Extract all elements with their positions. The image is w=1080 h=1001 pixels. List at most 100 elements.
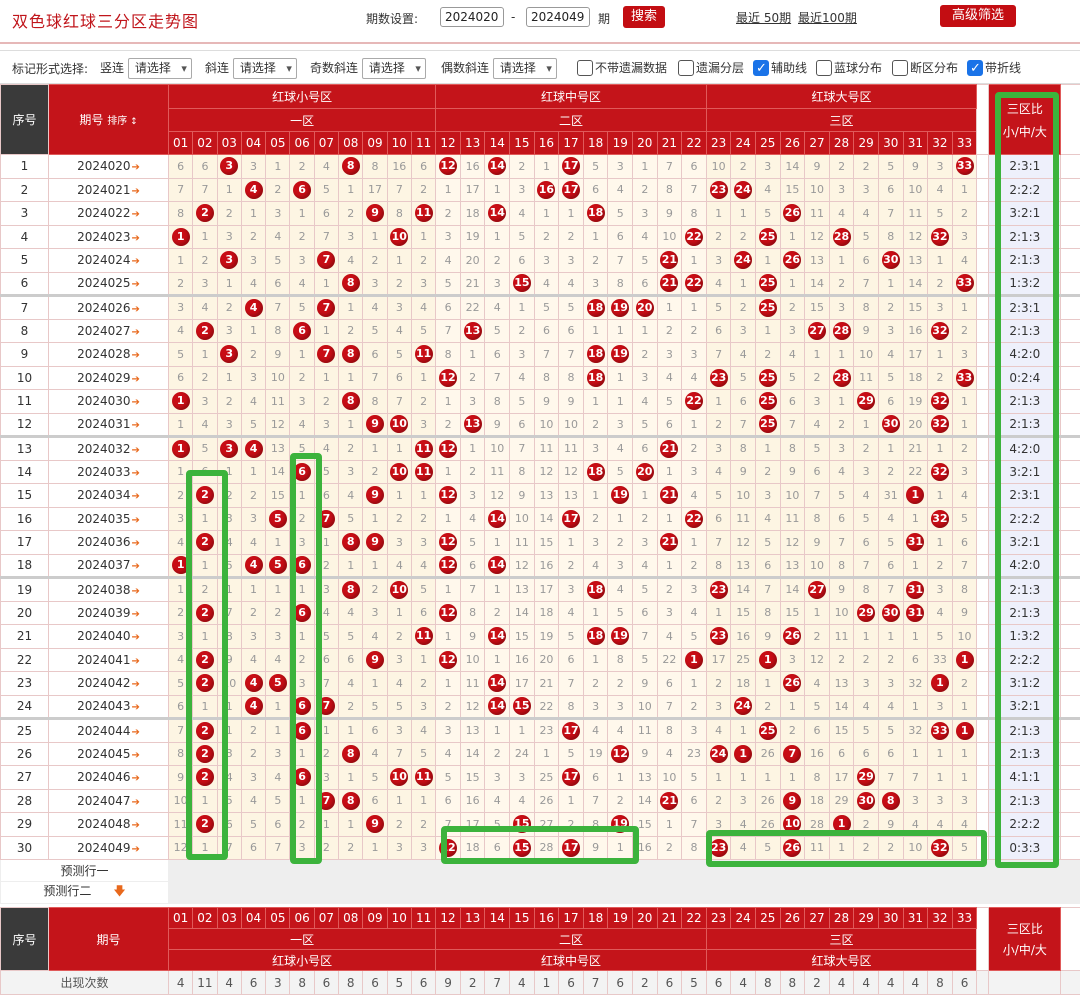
prediction-cell[interactable]: [533, 859, 560, 882]
prediction-cell[interactable]: [240, 859, 267, 882]
prediction-cell[interactable]: [927, 881, 953, 904]
row-period[interactable]: 2024043➔: [48, 694, 169, 719]
prediction-cell[interactable]: [435, 881, 461, 904]
prediction-cell[interactable]: [338, 881, 364, 904]
prediction-cell[interactable]: [265, 881, 291, 904]
prediction-cell[interactable]: [484, 881, 511, 904]
prediction-cell[interactable]: [582, 881, 609, 904]
row-period[interactable]: 2024031➔: [48, 412, 169, 437]
prediction-cell[interactable]: [754, 881, 781, 904]
prediction-cell[interactable]: [877, 859, 904, 882]
row-period[interactable]: 2024034➔: [48, 483, 169, 508]
prediction-cell[interactable]: [558, 859, 584, 882]
prediction-cell[interactable]: [509, 859, 535, 882]
prediction-cell[interactable]: [902, 881, 929, 904]
checkbox-icon[interactable]: [678, 59, 694, 76]
row-period[interactable]: 2024022➔: [48, 201, 169, 226]
prediction-cell[interactable]: [607, 859, 634, 882]
prediction-cell[interactable]: [216, 881, 242, 904]
period-to-input[interactable]: 2024049: [526, 7, 590, 27]
row-period[interactable]: 2024033➔: [48, 459, 169, 484]
prediction-cell[interactable]: [877, 881, 904, 904]
prediction-cell[interactable]: [167, 881, 194, 904]
row-period[interactable]: 2024046➔: [48, 765, 169, 790]
prediction-cell[interactable]: [681, 881, 707, 904]
row-period[interactable]: 2024037➔: [48, 553, 169, 578]
prediction-cell[interactable]: [705, 859, 732, 882]
prediction-cell[interactable]: [240, 881, 267, 904]
prediction-cell[interactable]: [289, 859, 315, 882]
prediction-cell[interactable]: [730, 881, 756, 904]
row-period[interactable]: 2024048➔: [48, 812, 169, 837]
row-period[interactable]: 2024039➔: [48, 600, 169, 625]
row-period[interactable]: 2024045➔: [48, 741, 169, 766]
prediction-cell[interactable]: [192, 859, 218, 882]
row-period[interactable]: 2024047➔: [48, 788, 169, 813]
row-period[interactable]: 2024035➔: [48, 506, 169, 531]
prediction-cell[interactable]: [951, 881, 978, 904]
checkbox-blue-ball[interactable]: 蓝球分布: [816, 57, 882, 79]
row-period[interactable]: 2024029➔: [48, 365, 169, 390]
even-diagonal-select[interactable]: 请选择: [492, 58, 557, 79]
row-period[interactable]: 2024041➔: [48, 647, 169, 672]
prediction-cell[interactable]: [804, 881, 830, 904]
checkbox-icon[interactable]: [892, 59, 908, 76]
prediction-cell[interactable]: [362, 859, 388, 882]
prediction-cell[interactable]: [828, 881, 855, 904]
prediction-cell[interactable]: [459, 881, 486, 904]
prediction-cell[interactable]: [265, 859, 291, 882]
recent-50-link[interactable]: 最近 50期: [736, 9, 791, 26]
row-period[interactable]: 2024049➔: [48, 835, 169, 860]
prediction-cell[interactable]: [902, 859, 929, 882]
row-period[interactable]: 2024028➔: [48, 342, 169, 367]
prediction-cell[interactable]: [779, 859, 806, 882]
row-period[interactable]: 2024020➔: [48, 154, 169, 179]
prediction-cell[interactable]: [951, 859, 978, 882]
checkbox-guide-line[interactable]: 辅助线: [753, 57, 807, 80]
prediction-cell[interactable]: [828, 859, 855, 882]
prediction-cell[interactable]: [362, 881, 388, 904]
checkbox-icon[interactable]: [816, 59, 832, 76]
prediction-cell[interactable]: [681, 859, 707, 882]
row-period[interactable]: 2024021➔: [48, 177, 169, 202]
prediction-cell[interactable]: [853, 881, 879, 904]
prediction-cell[interactable]: [435, 859, 461, 882]
prediction-cell[interactable]: [338, 859, 364, 882]
odd-diagonal-select[interactable]: 请选择: [361, 58, 426, 79]
prediction-cell[interactable]: [313, 859, 340, 882]
prediction-cell[interactable]: [632, 859, 658, 882]
checkbox-polyline[interactable]: 带折线: [967, 57, 1021, 80]
prediction-cell[interactable]: [192, 881, 218, 904]
prediction-cell[interactable]: [730, 859, 756, 882]
search-button[interactable]: 搜索: [623, 6, 665, 28]
prediction-cell[interactable]: [484, 859, 511, 882]
checkbox-icon[interactable]: [753, 58, 769, 80]
period-header[interactable]: 期号 排序 ↕: [48, 84, 169, 155]
prediction-cell[interactable]: [216, 859, 242, 882]
row-period[interactable]: 2024038➔: [48, 576, 169, 602]
prediction-cell[interactable]: [927, 859, 953, 882]
prediction-cell[interactable]: [289, 881, 315, 904]
row-period[interactable]: 2024044➔: [48, 717, 169, 743]
prediction-cell[interactable]: [167, 859, 194, 882]
row-period[interactable]: 2024030➔: [48, 389, 169, 414]
prediction-cell[interactable]: [582, 859, 609, 882]
row-period[interactable]: 2024027➔: [48, 318, 169, 343]
row-period[interactable]: 2024032➔: [48, 435, 169, 461]
prediction-cell[interactable]: [533, 881, 560, 904]
prediction-cell[interactable]: [853, 859, 879, 882]
prediction-cell[interactable]: [410, 859, 437, 882]
checkbox-icon[interactable]: [967, 58, 983, 80]
prediction-cell[interactable]: [386, 881, 412, 904]
advanced-filter-button[interactable]: 高级筛选: [940, 5, 1016, 27]
prediction-cell[interactable]: [410, 881, 437, 904]
recent-100-link[interactable]: 最近100期: [798, 9, 857, 26]
checkbox-zone-break[interactable]: 断区分布: [892, 57, 958, 79]
sort-icon[interactable]: ↕: [127, 117, 138, 127]
prediction-cell[interactable]: [313, 881, 340, 904]
prediction-cell[interactable]: [656, 881, 683, 904]
arrow-down-icon[interactable]: 🡇: [113, 884, 125, 898]
prediction-cell[interactable]: [459, 859, 486, 882]
vertical-select[interactable]: 请选择: [127, 58, 192, 79]
prediction-cell[interactable]: [386, 859, 412, 882]
